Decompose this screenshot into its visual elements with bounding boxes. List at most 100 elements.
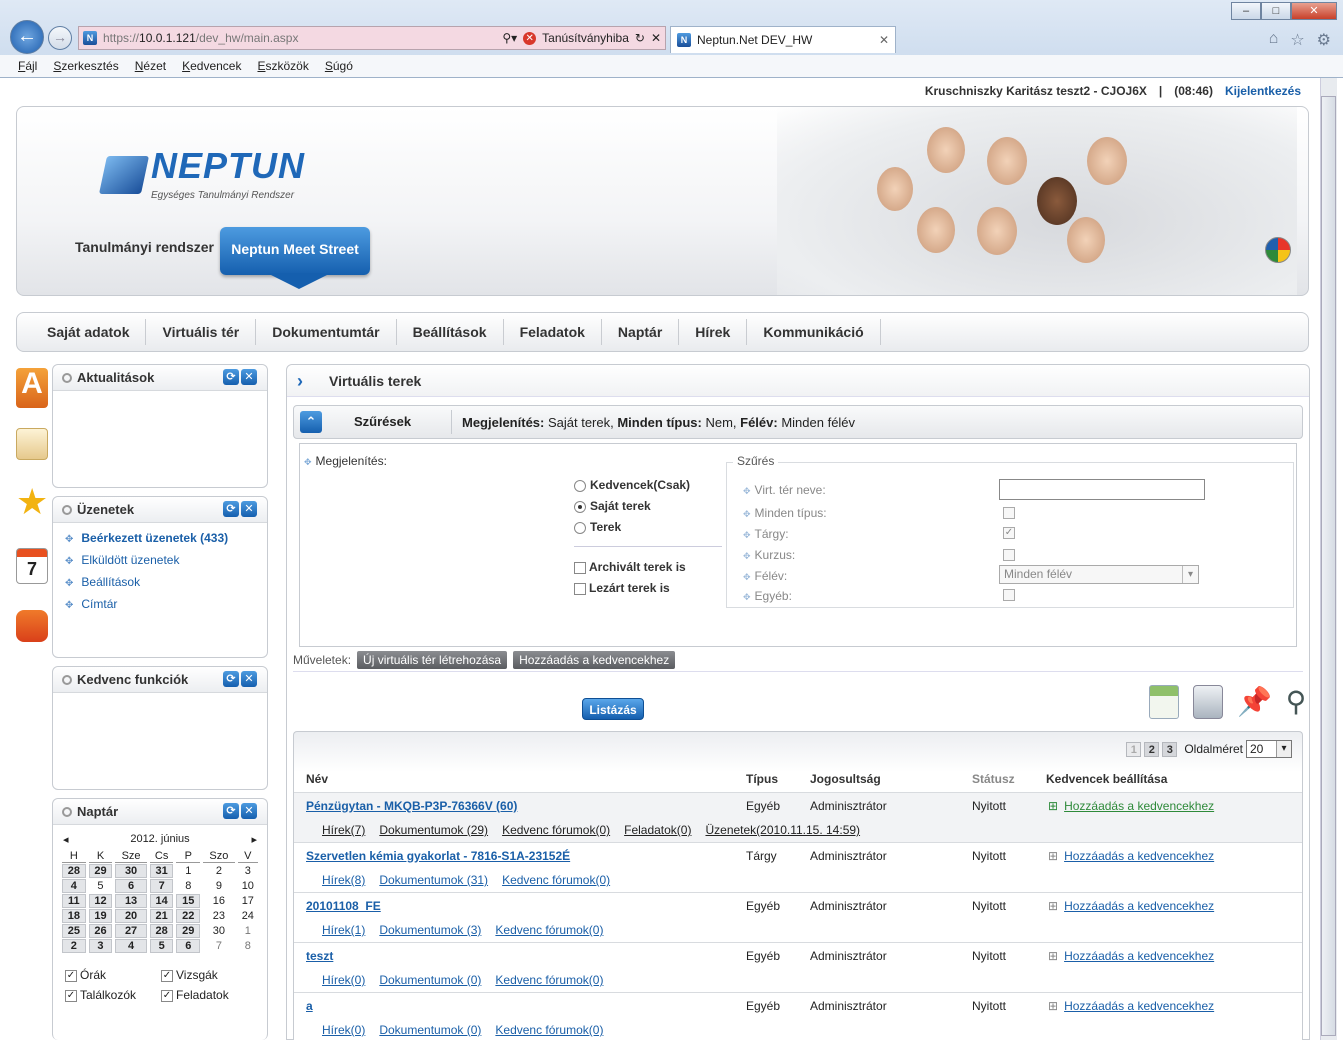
col-header-nev[interactable]: Név: [306, 772, 328, 786]
minden-tipus-checkbox[interactable]: [1003, 507, 1015, 519]
menu-item[interactable]: Fájl: [18, 59, 37, 73]
calendar-day[interactable]: 16: [203, 894, 235, 908]
forward-button[interactable]: →: [48, 26, 72, 50]
calendar-filter-check[interactable]: ✓ Találkozók: [65, 988, 161, 1002]
nav-item[interactable]: Hírek: [679, 319, 748, 345]
news-icon[interactable]: A: [16, 368, 48, 408]
calendar-day[interactable]: 8: [238, 939, 258, 953]
close-icon[interactable]: ✕: [241, 369, 257, 385]
nav-item[interactable]: Virtuális tér: [146, 319, 257, 345]
space-sublink[interactable]: Kedvenc fórumok(0): [502, 823, 610, 837]
close-icon[interactable]: ✕: [241, 671, 257, 687]
calendar-day[interactable]: 29: [88, 864, 113, 878]
space-sublink[interactable]: Dokumentumok (3): [379, 923, 481, 937]
calendar-day[interactable]: 5: [149, 939, 174, 953]
chat-icon[interactable]: [16, 610, 48, 642]
menu-item[interactable]: Eszközök: [257, 59, 308, 73]
calendar-day[interactable]: 13: [115, 894, 147, 908]
calendar-day[interactable]: 4: [115, 939, 147, 953]
calendar-filter-check[interactable]: ✓ Vizsgák: [161, 968, 257, 982]
radio-icon[interactable]: [574, 521, 586, 534]
calendar-day[interactable]: 4: [62, 879, 86, 893]
col-header-tipus[interactable]: Típus: [746, 772, 778, 786]
calendar-day[interactable]: 10: [238, 879, 258, 893]
calendar-day[interactable]: 3: [238, 864, 258, 878]
display-check-option[interactable]: Lezárt terek is: [574, 581, 686, 602]
refresh-icon[interactable]: ⟳: [223, 369, 239, 385]
checkbox-checked-icon[interactable]: ✓: [65, 969, 77, 982]
calendar-day[interactable]: 15: [176, 894, 201, 908]
back-button[interactable]: ←: [10, 20, 44, 54]
nav-item[interactable]: Beállítások: [397, 319, 504, 345]
calendar-day[interactable]: 18: [62, 909, 86, 923]
nav-item[interactable]: Dokumentumtár: [256, 319, 397, 345]
envelope-icon[interactable]: [16, 428, 48, 460]
scrollbar-thumb[interactable]: [1321, 96, 1336, 1036]
radio-icon[interactable]: [574, 479, 586, 492]
refresh-icon[interactable]: ⟳: [223, 671, 239, 687]
calendar-icon[interactable]: 7: [16, 548, 48, 584]
tab-close-icon[interactable]: ✕: [879, 33, 889, 47]
tab-meet-street[interactable]: Neptun Meet Street: [220, 227, 370, 275]
space-sublink[interactable]: Hírek(7): [322, 823, 365, 837]
page-button[interactable]: 2: [1144, 741, 1160, 757]
refresh-icon[interactable]: ↻: [635, 31, 645, 45]
page-button[interactable]: 3: [1162, 741, 1178, 757]
checkbox-checked-icon[interactable]: ✓: [161, 969, 173, 982]
calendar-day[interactable]: 17: [238, 894, 258, 908]
message-link[interactable]: Címtár: [65, 597, 267, 619]
space-name-link[interactable]: teszt: [306, 949, 333, 963]
virt-ter-name-input[interactable]: [999, 479, 1205, 500]
space-sublink[interactable]: Feladatok(0): [624, 823, 691, 837]
calendar-filter-check[interactable]: ✓ Feladatok: [161, 988, 257, 1002]
message-link[interactable]: Beérkezett üzenetek (433): [65, 531, 267, 553]
calendar-day[interactable]: 23: [203, 909, 235, 923]
excel-icon[interactable]: [1149, 685, 1179, 719]
calendar-day[interactable]: 22: [176, 909, 201, 923]
calendar-day[interactable]: 25: [62, 924, 86, 938]
calendar-day[interactable]: 8: [176, 879, 200, 893]
minimize-button[interactable]: –: [1231, 2, 1261, 20]
col-header-jogosultsag[interactable]: Jogosultság: [810, 772, 881, 786]
calendar-day[interactable]: 6: [176, 939, 201, 953]
refresh-icon[interactable]: ⟳: [223, 803, 239, 819]
calendar-day[interactable]: 2: [62, 939, 86, 953]
calendar-day[interactable]: 19: [88, 909, 113, 923]
refresh-icon[interactable]: ⟳: [223, 501, 239, 517]
felev-select[interactable]: Minden félév ▾: [999, 565, 1199, 584]
calendar-day[interactable]: 30: [203, 924, 235, 938]
calendar-day[interactable]: 7: [203, 939, 235, 953]
filter-bar[interactable]: ⌃ Szűrések Megjelenítés: Saját terek, Mi…: [293, 405, 1303, 439]
space-sublink[interactable]: Hírek(0): [322, 1023, 365, 1037]
calendar-day[interactable]: 31: [149, 864, 174, 878]
menu-item[interactable]: Kedvencek: [182, 59, 241, 73]
kurzus-checkbox[interactable]: [1003, 549, 1015, 561]
chevron-up-icon[interactable]: ⌃: [300, 411, 322, 433]
maximize-button[interactable]: □: [1261, 2, 1291, 20]
stop-icon[interactable]: ✕: [651, 31, 661, 45]
nav-item[interactable]: Feladatok: [504, 319, 602, 345]
print-icon[interactable]: [1193, 685, 1223, 719]
add-favorite-link[interactable]: Hozzáadás a kedvencekhez: [1048, 949, 1214, 963]
page-size-select[interactable]: 20: [1246, 740, 1292, 758]
next-month-icon[interactable]: ▸: [251, 833, 257, 846]
checkbox-icon[interactable]: [574, 582, 586, 595]
space-name-link[interactable]: a: [306, 999, 313, 1013]
calendar-day[interactable]: 1: [238, 924, 258, 938]
nav-item[interactable]: Saját adatok: [31, 319, 147, 345]
calendar-day[interactable]: 20: [115, 909, 147, 923]
checkbox-checked-icon[interactable]: ✓: [161, 989, 173, 1002]
add-favorite-link[interactable]: Hozzáadás a kedvencekhez: [1048, 899, 1214, 913]
add-favorite-link[interactable]: Hozzáadás a kedvencekhez: [1048, 999, 1214, 1013]
menu-item[interactable]: Szerkesztés: [53, 59, 118, 73]
space-sublink[interactable]: Üzenetek(2010.11.15. 14:59): [705, 823, 860, 837]
space-name-link[interactable]: Pénzügytan - MKQB-P3P-76366V (60): [306, 799, 517, 813]
address-bar[interactable]: N https://10.0.1.121/dev_hw/main.aspx ⚲▾…: [78, 26, 666, 50]
calendar-day[interactable]: 29: [176, 924, 201, 938]
calendar-day[interactable]: 11: [62, 894, 86, 908]
home-icon[interactable]: ⌂: [1269, 30, 1279, 50]
space-sublink[interactable]: Kedvenc fórumok(0): [495, 923, 603, 937]
space-sublink[interactable]: Hírek(1): [322, 923, 365, 937]
pin-icon[interactable]: 📌: [1237, 685, 1272, 719]
favorites-star-icon[interactable]: ☆: [1290, 30, 1304, 50]
